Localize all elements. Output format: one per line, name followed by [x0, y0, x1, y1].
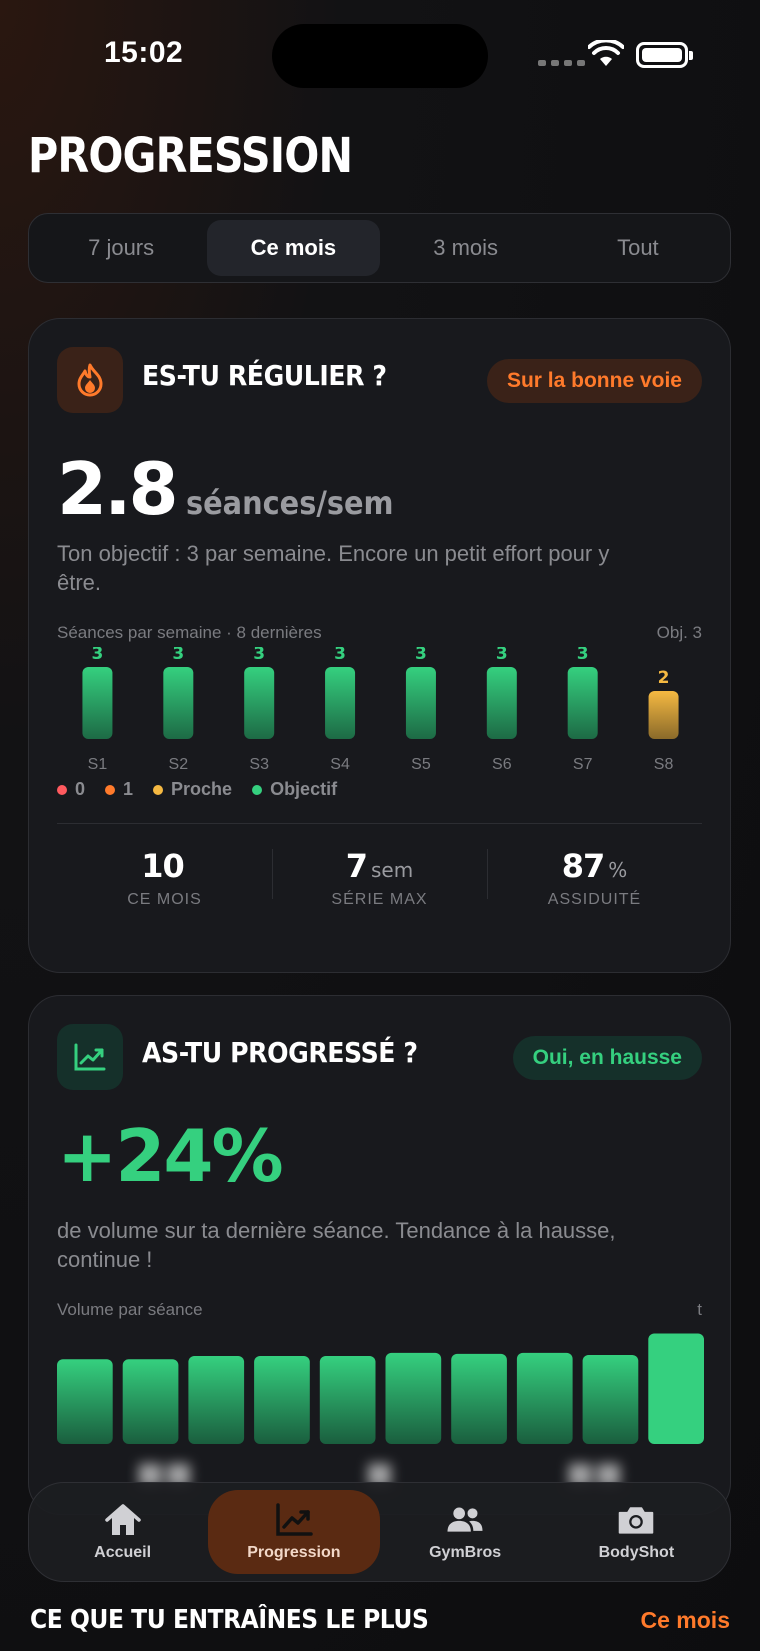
- progress-card: AS-TU PROGRESSÉ ? Oui, en hausse +24% de…: [28, 995, 731, 1515]
- week-label: S7: [573, 756, 593, 773]
- legend-zero: 0: [57, 779, 85, 800]
- red-dot-icon: [57, 784, 67, 795]
- period-selector: 7 jours Ce mois 3 mois Tout: [28, 213, 731, 283]
- week-bar-value: 3: [496, 647, 508, 664]
- progress-title: AS-TU PROGRESSÉ ?: [142, 1036, 418, 1069]
- tab-progression[interactable]: Progression: [208, 1490, 380, 1574]
- week-bar: [244, 667, 275, 739]
- most-trained-period-link[interactable]: Ce mois: [641, 1607, 730, 1634]
- page-title: PROGRESSION: [28, 128, 353, 184]
- volume-bar: [516, 1352, 573, 1444]
- green-dot-icon: [252, 784, 263, 795]
- status-time: 15:02: [104, 36, 184, 69]
- legend-goal: Objectif: [252, 779, 337, 800]
- dynamic-island: [272, 24, 488, 88]
- tab-bodyshot[interactable]: BodyShot: [551, 1490, 722, 1574]
- yellow-dot-icon: [153, 784, 164, 795]
- volume-chart-caption: Volume par séance: [57, 1300, 203, 1319]
- volume-bar: [122, 1359, 179, 1444]
- volume-bar: [57, 1359, 113, 1444]
- volume-bar-latest: [648, 1333, 704, 1444]
- progress-status-badge: Oui, en hausse: [512, 1036, 702, 1080]
- progress-description: de volume sur ta dernière séance. Tendan…: [57, 1218, 616, 1272]
- stats-divider: [57, 823, 702, 824]
- legend-close: Proche: [153, 779, 232, 800]
- wifi-icon: [588, 40, 624, 66]
- weekly-chart-goal: Obj. 3: [656, 623, 702, 642]
- week-bar-value: 3: [92, 647, 104, 664]
- week-label: S2: [169, 756, 189, 773]
- week-bar: [567, 667, 598, 739]
- orange-dot-icon: [105, 784, 116, 795]
- legend-one: 1: [105, 779, 133, 800]
- week-bar: [163, 667, 194, 739]
- consistency-card: ES-TU RÉGULIER ? Sur la bonne voie 2.8 s…: [28, 318, 731, 973]
- week-bar-value: 3: [334, 647, 346, 664]
- tab-accueil[interactable]: Accueil: [37, 1490, 208, 1574]
- consistency-description: Ton objectif : 3 par semaine. Encore un …: [57, 541, 610, 595]
- sessions-per-week-value: 2.8: [57, 447, 179, 531]
- volume-bar: [319, 1356, 376, 1444]
- cellular-signal-icon: [538, 60, 585, 66]
- consistency-title: ES-TU RÉGULIER ?: [142, 359, 387, 392]
- camera-icon: [619, 1507, 654, 1534]
- sessions-per-week: 2.8 séances/sem: [57, 447, 416, 531]
- volume-bar: [385, 1352, 442, 1444]
- week-label: S8: [654, 756, 674, 773]
- period-tab-tout[interactable]: Tout: [552, 220, 724, 276]
- sessions-per-week-unit: séances/sem: [185, 484, 394, 522]
- volume-bar: [254, 1356, 310, 1444]
- week-bar: [325, 667, 356, 739]
- weekly-sessions-chart: 3 S1 3 S2 3 S3 3 S4 3 S5 3 S6 3 S7 2 S8: [82, 647, 679, 773]
- week-bar: [486, 667, 517, 739]
- stat-this-month: 10 CE MOIS: [127, 847, 202, 908]
- volume-bar: [582, 1354, 639, 1444]
- week-bar: [405, 667, 436, 739]
- volume-per-session-chart: [57, 1333, 704, 1444]
- battery-icon: [636, 42, 693, 68]
- weekly-chart-caption: Séances par semaine · 8 dernières: [57, 623, 322, 642]
- volume-bar: [188, 1356, 245, 1444]
- period-tab-3-mois[interactable]: 3 mois: [380, 220, 552, 276]
- week-label: S4: [330, 756, 350, 773]
- week-label: S6: [492, 756, 512, 773]
- volume-bar: [451, 1353, 507, 1444]
- week-bar-value: 3: [577, 647, 589, 664]
- week-label: S3: [249, 756, 269, 773]
- period-tab-7-jours[interactable]: 7 jours: [35, 220, 207, 276]
- week-bar-value: 3: [415, 647, 427, 664]
- most-trained-header: CE QUE TU ENTRAÎNES LE PLUS Ce mois: [30, 1605, 730, 1635]
- volume-chart-unit: t: [697, 1300, 702, 1319]
- status-bar: 15:02: [0, 0, 760, 110]
- flame-icon: [57, 347, 123, 413]
- week-label: S5: [411, 756, 431, 773]
- users-icon: [447, 1507, 483, 1532]
- stat-max-streak: 7 sem SÉRIE MAX: [272, 839, 487, 929]
- most-trained-title: CE QUE TU ENTRAÎNES LE PLUS: [30, 1605, 429, 1635]
- week-bar-value: 2: [658, 668, 670, 688]
- tab-gymbros[interactable]: GymBros: [380, 1490, 551, 1574]
- volume-change-value: +24%: [57, 1114, 284, 1198]
- week-label: S1: [88, 756, 108, 773]
- trend-chart-icon: [57, 1024, 123, 1090]
- week-bar: [648, 691, 679, 739]
- bottom-tab-bar: Accueil Progression GymBros BodyShot: [28, 1482, 731, 1582]
- week-bar-value: 3: [172, 647, 184, 664]
- home-icon: [104, 1504, 141, 1535]
- week-bar-value: 3: [253, 647, 265, 664]
- consistency-stats: 10 CE MOIS 7 sem SÉRIE MAX 87% ASSIDUITÉ: [57, 839, 702, 929]
- chart-legend: 0 1 Proche Objectif: [57, 779, 337, 800]
- stat-attendance: 87% ASSIDUITÉ: [487, 839, 702, 929]
- chart-trend-icon: [276, 1503, 313, 1536]
- period-tab-ce-mois[interactable]: Ce mois: [207, 220, 380, 276]
- week-bar: [82, 667, 113, 739]
- consistency-status-badge: Sur la bonne voie: [486, 359, 702, 403]
